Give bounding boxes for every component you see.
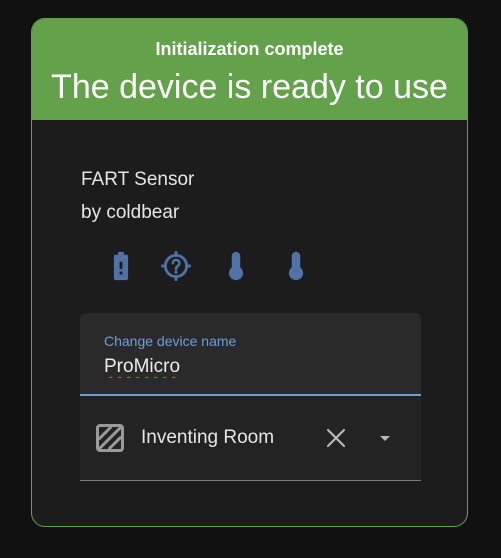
area-picker[interactable]: Inventing Room <box>80 396 421 481</box>
device-name-label: Change device name <box>104 333 237 349</box>
area-value: Inventing Room <box>141 427 275 448</box>
device-model: FART Sensor <box>81 169 195 190</box>
device-name-input[interactable] <box>104 354 394 380</box>
device-manufacturer: by coldbear <box>81 202 180 223</box>
thermometer-icon <box>228 251 244 281</box>
thermometer-icon <box>288 251 304 281</box>
battery-alert-icon <box>113 251 129 281</box>
crosshairs-question-icon <box>161 251 191 281</box>
device-ready-dialog: Initialization complete The device is re… <box>31 18 468 527</box>
banner-title: The device is ready to use <box>51 68 448 106</box>
texture-box-icon <box>96 424 124 452</box>
banner-subtitle: Initialization complete <box>155 39 344 59</box>
menu-down-icon[interactable] <box>373 426 397 450</box>
status-banner: Initialization complete The device is re… <box>32 19 467 120</box>
clear-icon[interactable] <box>324 426 348 450</box>
device-name-field[interactable]: Change device name <box>80 313 421 396</box>
